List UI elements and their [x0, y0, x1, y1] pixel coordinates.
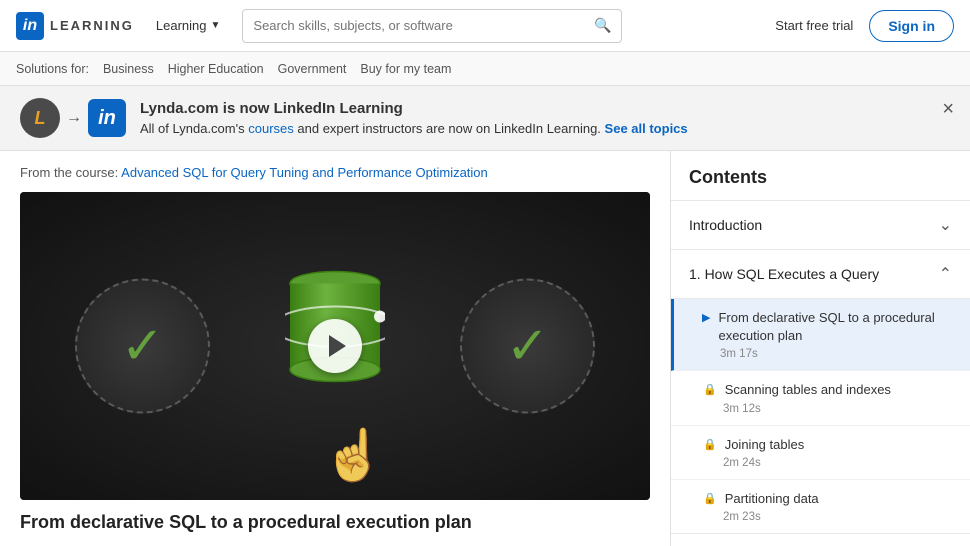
search-icon[interactable]: 🔍 [594, 17, 611, 34]
lock-icon: 🔒 [703, 383, 717, 396]
learning-brand: LEARNING [50, 18, 134, 33]
list-item[interactable]: ▶ From declarative SQL to a procedural e… [671, 299, 970, 371]
solutions-business[interactable]: Business [103, 62, 154, 76]
banner-close-button[interactable]: × [942, 98, 954, 121]
list-item-title: Partitioning data [725, 490, 819, 508]
list-item-duration: 3m 12s [703, 403, 952, 415]
video-background: ✓ ✓ [20, 192, 650, 500]
main-area: From the course: Advanced SQL for Query … [0, 151, 970, 546]
content-left: From the course: Advanced SQL for Query … [0, 151, 670, 546]
breadcrumb: From the course: Advanced SQL for Query … [20, 165, 650, 180]
section-how-sql[interactable]: 1. How SQL Executes a Query ⌃ [671, 250, 970, 299]
right-circle: ✓ [460, 279, 595, 414]
banner-description: All of Lynda.com's courses and expert in… [140, 121, 688, 136]
search-bar[interactable]: 🔍 [242, 9, 622, 43]
lock-icon: 🔒 [703, 492, 717, 505]
lynda-old-icon: L [20, 98, 60, 138]
left-circle: ✓ [75, 279, 210, 414]
left-check-icon: ✓ [121, 316, 165, 376]
section-introduction-label: Introduction [689, 217, 762, 233]
top-nav: in LEARNING Learning ▼ 🔍 Start free tria… [0, 0, 970, 52]
solutions-higher-education[interactable]: Higher Education [168, 62, 264, 76]
right-check-icon: ✓ [506, 316, 550, 376]
list-item[interactable]: 🔒 Partitioning data 2m 23s [671, 480, 970, 534]
banner-title: Lynda.com is now LinkedIn Learning [140, 100, 688, 117]
learning-dropdown-button[interactable]: Learning ▼ [146, 12, 231, 39]
linkedin-logo[interactable]: in [16, 12, 44, 40]
solutions-label: Solutions for: [16, 62, 89, 76]
sign-in-button[interactable]: Sign in [869, 10, 954, 42]
logo-area: in LEARNING [16, 12, 134, 40]
banner-text: Lynda.com is now LinkedIn Learning All o… [140, 100, 688, 136]
contents-header: Contents [671, 151, 970, 201]
courses-link[interactable]: courses [248, 121, 294, 136]
arrow-right-icon: → [66, 109, 82, 127]
course-link[interactable]: Advanced SQL for Query Tuning and Perfor… [121, 165, 488, 180]
list-item-duration: 3m 17s [702, 348, 952, 360]
lynda-banner: L → in Lynda.com is now LinkedIn Learnin… [0, 86, 970, 151]
list-item-title: Joining tables [725, 436, 805, 454]
list-item-title: Scanning tables and indexes [725, 381, 891, 399]
chevron-down-icon: ▼ [211, 20, 221, 31]
see-all-topics-link[interactable]: See all topics [605, 121, 688, 136]
lock-icon: 🔒 [703, 438, 717, 451]
solutions-bar: Solutions for: Business Higher Education… [0, 52, 970, 86]
list-item-title: From declarative SQL to a procedural exe… [718, 309, 952, 345]
search-input[interactable] [253, 18, 594, 33]
nav-right: Start free trial Sign in [775, 10, 954, 42]
list-item-duration: 2m 24s [703, 457, 952, 469]
video-title: From declarative SQL to a procedural exe… [20, 512, 650, 533]
solutions-buy-for-team[interactable]: Buy for my team [360, 62, 451, 76]
section-how-sql-label: 1. How SQL Executes a Query [689, 266, 879, 282]
chevron-down-icon: ⌄ [939, 215, 952, 235]
play-icon: ▶ [702, 311, 710, 324]
section-postgresql-tools[interactable]: 2. PostgreSQL Tools for Tuning ⌄ [671, 534, 970, 546]
sidebar: Contents Introduction ⌄ 1. How SQL Execu… [670, 151, 970, 546]
linkedin-square-icon: in [88, 99, 126, 137]
chevron-up-icon: ⌃ [939, 264, 952, 284]
play-triangle-icon [329, 335, 346, 357]
banner-icons: L → in [20, 98, 126, 138]
video-player[interactable]: ✓ ✓ [20, 192, 650, 500]
list-item-duration: 2m 23s [703, 511, 952, 523]
list-item[interactable]: 🔒 Scanning tables and indexes 3m 12s [671, 371, 970, 425]
section-introduction[interactable]: Introduction ⌄ [671, 201, 970, 250]
play-button[interactable] [308, 319, 362, 373]
hand-pointer: ☝ [323, 426, 385, 485]
list-item[interactable]: 🔒 Joining tables 2m 24s [671, 426, 970, 480]
solutions-government[interactable]: Government [278, 62, 347, 76]
start-free-trial-link[interactable]: Start free trial [775, 18, 853, 33]
